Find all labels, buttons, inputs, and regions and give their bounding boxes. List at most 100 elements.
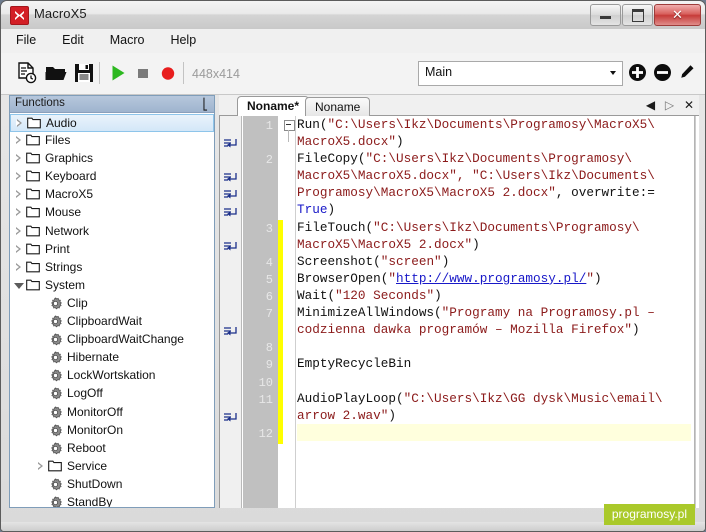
tab-navigation: ◀ ▷ ✕: [640, 98, 694, 112]
chevron-right-icon[interactable]: [15, 244, 24, 254]
add-macro-button[interactable]: [628, 63, 647, 82]
chevron-right-icon[interactable]: [15, 208, 24, 217]
tree-item-clipboardwaitchange[interactable]: ClipboardWaitChange: [10, 331, 214, 349]
tree-item-audio[interactable]: Audio: [10, 114, 214, 133]
code-line: MacroX5\MacroX5.docx", "C:\Users\Ikz\Doc…: [297, 168, 655, 184]
line-number: 4: [265, 255, 273, 270]
window-controls: ✕: [589, 4, 701, 26]
tab-close-icon[interactable]: ✕: [684, 98, 694, 112]
window-title: MacroX5: [34, 6, 87, 21]
tree-item-keyboard[interactable]: Keyboard: [10, 168, 214, 186]
chevron-right-icon[interactable]: [15, 262, 24, 272]
editor-tabstrip: Noname* Noname ◀ ▷ ✕: [219, 95, 699, 117]
gear-icon: [49, 442, 62, 455]
menu-item-macro[interactable]: Macro: [99, 29, 156, 50]
code-text[interactable]: Run("C:\Users\Ikz\Documents\Programosy\M…: [297, 116, 691, 508]
tree-item-macrox5[interactable]: MacroX5: [10, 186, 214, 204]
tree-item-system[interactable]: System: [10, 277, 214, 295]
save-floppy-icon[interactable]: [72, 61, 96, 85]
tree-item-label: ClipboardWait: [67, 314, 142, 329]
line-number: 2: [265, 153, 273, 168]
tab-prev-icon[interactable]: ◀: [646, 98, 655, 112]
tab-label: Noname*: [247, 99, 300, 113]
tree-item-network[interactable]: Network: [10, 223, 214, 241]
edit-pencil-icon[interactable]: [677, 63, 696, 82]
tree-item-standby[interactable]: StandBy: [10, 494, 214, 507]
close-icon: ✕: [672, 7, 683, 23]
tree-item-label: Audio: [46, 116, 77, 130]
app-window: MacroX5 ✕ File Edit Macro Help 448x414 M…: [0, 0, 706, 532]
tree-item-graphics[interactable]: Graphics: [10, 150, 214, 168]
tree-item-clipboardwait[interactable]: ClipboardWait: [10, 313, 214, 331]
menu-item-edit[interactable]: Edit: [51, 29, 95, 50]
remove-macro-button[interactable]: [653, 63, 672, 82]
pin-icon[interactable]: ⎣: [203, 98, 209, 111]
record-icon[interactable]: [156, 61, 180, 85]
tab-noname[interactable]: Noname: [305, 97, 371, 116]
minimize-icon: [600, 16, 611, 19]
tree-item-monitoroff[interactable]: MonitorOff: [10, 404, 214, 422]
menu-item-file[interactable]: File: [5, 29, 47, 50]
fold-line: [288, 130, 289, 142]
code-line: True): [297, 202, 336, 218]
gear-icon: [49, 423, 62, 437]
chevron-right-icon[interactable]: [15, 172, 24, 181]
tree-item-label: Keyboard: [45, 169, 97, 184]
tree-item-files[interactable]: Files: [10, 132, 214, 150]
chevron-down-icon[interactable]: [14, 281, 24, 290]
tree-item-mouse[interactable]: Mouse: [10, 204, 214, 222]
line-number: 1: [265, 119, 273, 133]
tree-item-logoff[interactable]: LogOff: [10, 385, 214, 403]
tree-item-print[interactable]: Print: [10, 241, 214, 259]
code-line: codzienna dawka programów – Mozilla Fire…: [297, 322, 640, 338]
tree-item-shutdown[interactable]: ShutDown: [10, 476, 214, 494]
toolbar: 448x414 Main: [1, 53, 705, 95]
code-line: arrow 2.wav"): [297, 407, 396, 423]
gear-icon: [49, 478, 62, 491]
editor-panel: Noname* Noname ◀ ▷ ✕ 1 2 3 4 5 6 7 8 9 10 11 12 Run…: [219, 95, 699, 508]
menu-item-help[interactable]: Help: [159, 29, 207, 50]
gear-icon: [49, 496, 62, 507]
chevron-right-icon[interactable]: [15, 190, 24, 199]
chevron-right-icon[interactable]: [16, 119, 25, 128]
tree-item-label: Reboot: [67, 440, 106, 455]
functions-tree[interactable]: Audio Files Graphics Keyboard MacroX5 Mouse Ne…: [10, 114, 214, 507]
editor-fold-gutter[interactable]: [283, 116, 296, 508]
tab-next-icon[interactable]: ▷: [665, 98, 674, 112]
tree-item-strings[interactable]: Strings: [10, 259, 214, 277]
play-icon[interactable]: [106, 61, 130, 85]
folder-icon: [26, 279, 40, 291]
code-line: MacroX5.docx"): [297, 134, 404, 150]
tree-item-monitoron[interactable]: MonitorOn: [10, 422, 214, 440]
fold-toggle-icon[interactable]: [284, 120, 295, 131]
folder-icon: [26, 261, 40, 273]
tree-item-label: System: [45, 277, 86, 292]
chevron-right-icon[interactable]: [15, 226, 24, 236]
chevron-right-icon[interactable]: [37, 461, 46, 471]
tab-noname-modified[interactable]: Noname*: [237, 96, 310, 117]
new-macro-icon[interactable]: [15, 61, 39, 85]
editor-line-numbers: 1 2 3 4 5 6 7 8 9 10 11 12: [243, 116, 278, 508]
tree-item-label: Print: [45, 241, 70, 256]
tree-item-label: ClipboardWaitChange: [67, 332, 184, 347]
minimize-button[interactable]: [590, 4, 621, 26]
tree-item-hibernate[interactable]: Hibernate: [10, 349, 214, 367]
chevron-right-icon[interactable]: [15, 136, 24, 145]
tree-item-lockwortskation[interactable]: LockWortskation: [10, 367, 214, 385]
code-line: [297, 423, 691, 441]
functions-panel: Functions ⎣ Audio Files Graphics Keyboard Ma…: [9, 95, 215, 508]
tree-item-clip[interactable]: Clip: [10, 295, 214, 313]
stop-icon[interactable]: [131, 61, 155, 85]
tree-item-reboot[interactable]: Reboot: [10, 440, 214, 458]
wrap-arrow-icon: [223, 325, 238, 337]
editor-body[interactable]: 1 2 3 4 5 6 7 8 9 10 11 12 Run("C:\Users\Ikz\Docume…: [219, 116, 699, 508]
macrox5-x-icon: [10, 6, 29, 25]
wrap-arrow-icon: [223, 240, 238, 252]
macro-select[interactable]: Main: [418, 61, 623, 86]
functions-panel-title: Functions: [15, 97, 65, 109]
tree-item-service[interactable]: Service: [10, 458, 214, 476]
maximize-button[interactable]: [622, 4, 653, 26]
chevron-right-icon[interactable]: [15, 154, 24, 163]
close-button[interactable]: ✕: [654, 4, 701, 26]
open-folder-icon[interactable]: [44, 61, 68, 85]
